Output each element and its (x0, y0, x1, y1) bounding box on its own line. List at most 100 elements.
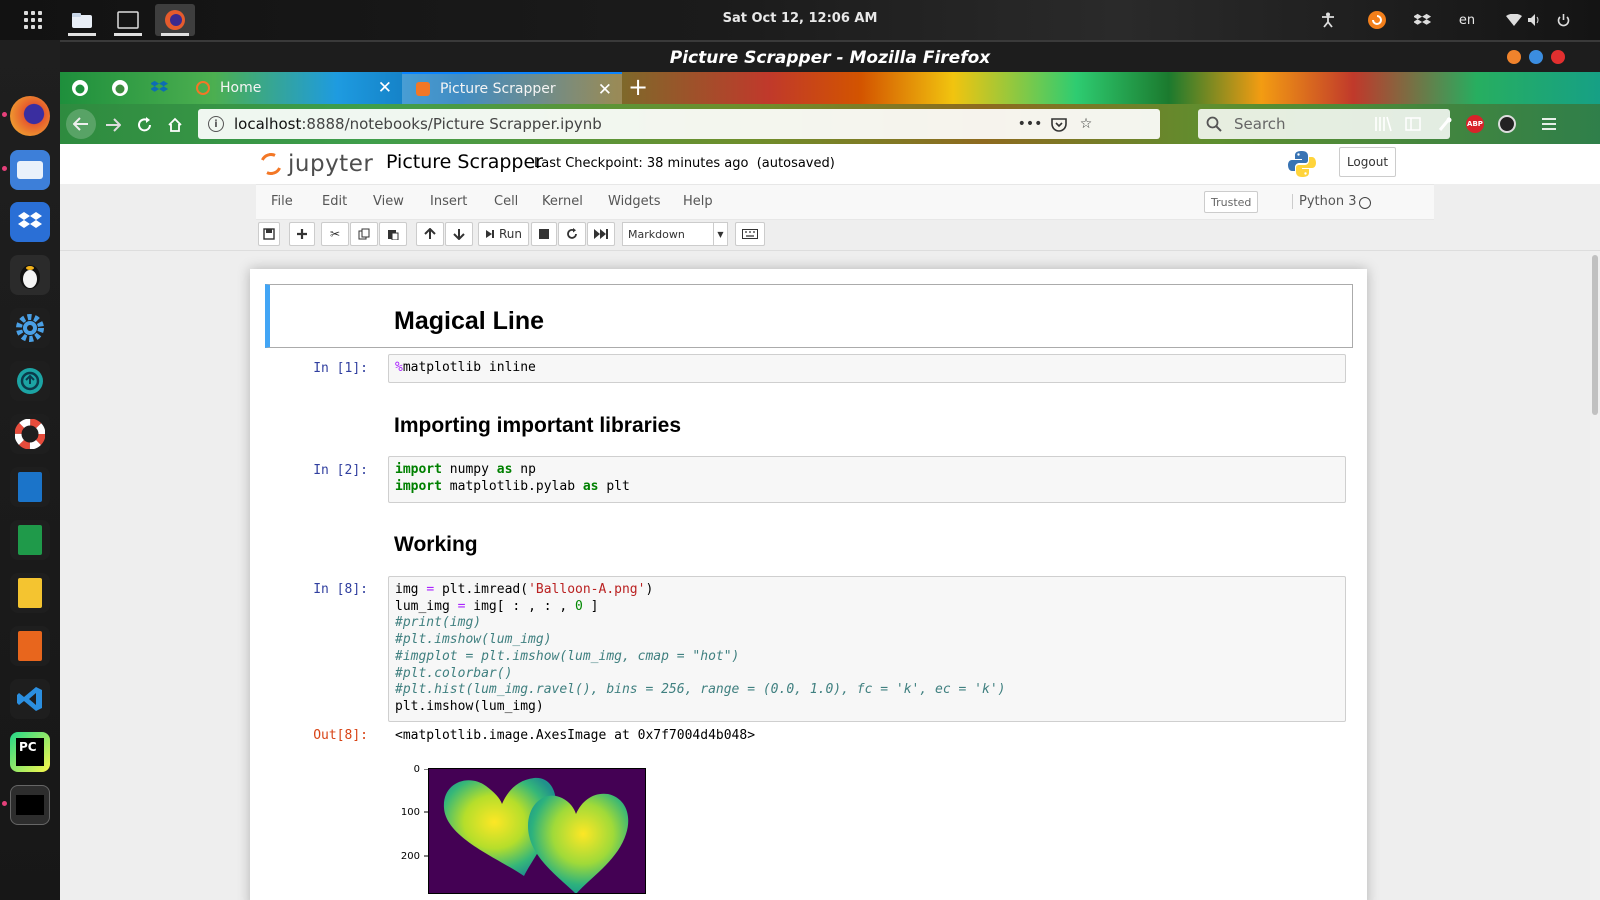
dock-pycharm[interactable]: PC (8, 730, 52, 774)
restart-run-all-button[interactable] (587, 222, 615, 246)
tab-picture-scrapper-label: Picture Scrapper (440, 81, 556, 97)
close-tab-icon[interactable]: ✕ (598, 80, 612, 100)
bookmark-star-icon[interactable]: ☆ (1076, 115, 1096, 133)
adblock-plus-icon[interactable]: ABP (1464, 114, 1486, 134)
dock-tux[interactable] (8, 253, 52, 297)
new-tab-button[interactable]: + (628, 74, 648, 100)
tab-picture-scrapper[interactable]: Picture Scrapper ✕ (402, 72, 622, 104)
move-down-button[interactable] (445, 222, 473, 246)
code-cell-2[interactable]: import numpy as np import matplotlib.pyl… (388, 456, 1346, 503)
code-cell-1[interactable]: %matplotlib inline (388, 354, 1346, 383)
insert-cell-button[interactable] (289, 222, 315, 246)
menu-help[interactable]: Help (683, 194, 713, 209)
menu-file[interactable]: File (271, 194, 293, 209)
dock-impress[interactable] (8, 624, 52, 668)
lifebuoy-icon (10, 414, 50, 454)
wifi-icon[interactable] (1505, 10, 1523, 30)
tab-home[interactable]: Home ✕ (182, 72, 402, 104)
checkpoint-status: Last Checkpoint: 38 minutes ago (autosav… (534, 156, 835, 171)
trusted-indicator[interactable]: Trusted (1204, 191, 1259, 213)
extension-pen-icon[interactable] (1434, 114, 1456, 134)
dock-help[interactable] (8, 412, 52, 456)
forward-button[interactable] (100, 112, 126, 138)
dock-calc[interactable] (8, 518, 52, 562)
restart-button[interactable] (558, 222, 586, 246)
code-cell-8[interactable]: img = plt.imread('Balloon-A.png') lum_im… (388, 576, 1346, 722)
search-placeholder: Search (1234, 115, 1286, 133)
menu-view[interactable]: View (373, 194, 404, 209)
kernel-idle-icon (1359, 197, 1371, 209)
dock-notes[interactable] (8, 571, 52, 615)
python-logo-icon (1288, 151, 1316, 177)
pinned-tab-github-2[interactable] (100, 72, 140, 104)
reload-button[interactable] (132, 112, 158, 138)
notebook-name[interactable]: Picture Scrapper (386, 151, 543, 173)
address-bar[interactable]: i localhost:8888/notebooks/Picture Scrap… (198, 109, 1160, 139)
paste-button[interactable] (379, 222, 407, 246)
nav-bar: i localhost:8888/notebooks/Picture Scrap… (60, 104, 1600, 144)
close-window-button[interactable] (1551, 50, 1565, 64)
move-up-button[interactable] (416, 222, 444, 246)
arrow-left-icon (73, 117, 88, 131)
window-title: Picture Scrapper - Mozilla Firefox (60, 40, 1600, 72)
update-icon[interactable] (1366, 10, 1388, 30)
presentation-icon (10, 626, 50, 666)
menu-insert[interactable]: Insert (430, 194, 467, 209)
home-button[interactable] (162, 112, 188, 138)
copy-button[interactable] (350, 222, 378, 246)
dock: PC (0, 40, 60, 900)
library-icon[interactable] (1372, 114, 1394, 134)
note-icon (10, 573, 50, 613)
dock-settings[interactable] (8, 306, 52, 350)
back-button[interactable] (66, 109, 96, 139)
language-indicator[interactable]: en (1455, 10, 1479, 30)
sidebar-icon[interactable] (1402, 114, 1424, 134)
menu-widgets[interactable]: Widgets (608, 194, 661, 209)
cut-button[interactable]: ✂ (321, 222, 349, 246)
close-tab-icon[interactable]: ✕ (378, 78, 392, 98)
clock[interactable]: Sat Oct 12, 12:06 AM (0, 11, 1600, 26)
y-tick-label: 100 (400, 807, 420, 818)
minimize-button[interactable] (1507, 50, 1521, 64)
logout-button[interactable]: Logout (1339, 147, 1396, 177)
accessibility-icon[interactable] (1318, 10, 1338, 30)
run-button[interactable]: Run (478, 222, 529, 246)
menu-cell[interactable]: Cell (494, 194, 518, 209)
page-scrollbar[interactable] (1590, 251, 1600, 900)
cell-type-select[interactable]: Markdown ▼ (622, 222, 728, 246)
spreadsheet-icon (10, 520, 50, 560)
dock-firefox[interactable] (2, 94, 52, 138)
dock-files[interactable] (2, 148, 52, 192)
dock-writer[interactable] (8, 465, 52, 509)
extension-dark-icon[interactable] (1496, 114, 1518, 134)
arrow-up-icon (424, 228, 436, 239)
heading-magical-line: Magical Line (394, 307, 545, 335)
command-palette-button[interactable] (735, 222, 765, 246)
plus-icon (297, 229, 307, 239)
power-icon[interactable] (1554, 10, 1572, 30)
menu-kernel[interactable]: Kernel (542, 194, 583, 209)
jupyter-logo[interactable]: jupyter (256, 148, 373, 180)
jupyter-favicon-icon (196, 81, 210, 95)
kernel-name: Python 3 (1292, 194, 1356, 209)
pocket-icon[interactable] (1049, 115, 1069, 133)
dock-dropbox[interactable] (8, 200, 52, 244)
info-icon[interactable]: i (208, 116, 224, 132)
dock-vscode[interactable] (8, 677, 52, 721)
interrupt-button[interactable] (531, 222, 557, 246)
dropbox-icon[interactable] (1412, 10, 1434, 30)
files-icon (10, 150, 50, 190)
maximize-button[interactable] (1529, 50, 1543, 64)
save-button[interactable] (258, 222, 280, 246)
scrollbar-thumb[interactable] (1592, 255, 1598, 415)
volume-icon[interactable] (1526, 10, 1544, 30)
pinned-tab-github-1[interactable] (60, 72, 100, 104)
page-actions-icon[interactable]: ••• (1018, 115, 1043, 133)
pinned-tab-dropbox[interactable] (140, 72, 180, 104)
dock-updater[interactable] (8, 359, 52, 403)
hamburger-menu-icon[interactable] (1538, 114, 1560, 134)
heading-importing-libraries: Importing important libraries (394, 414, 682, 437)
dock-terminal[interactable] (2, 783, 52, 827)
step-forward-icon (485, 230, 494, 238)
menu-edit[interactable]: Edit (322, 194, 347, 209)
